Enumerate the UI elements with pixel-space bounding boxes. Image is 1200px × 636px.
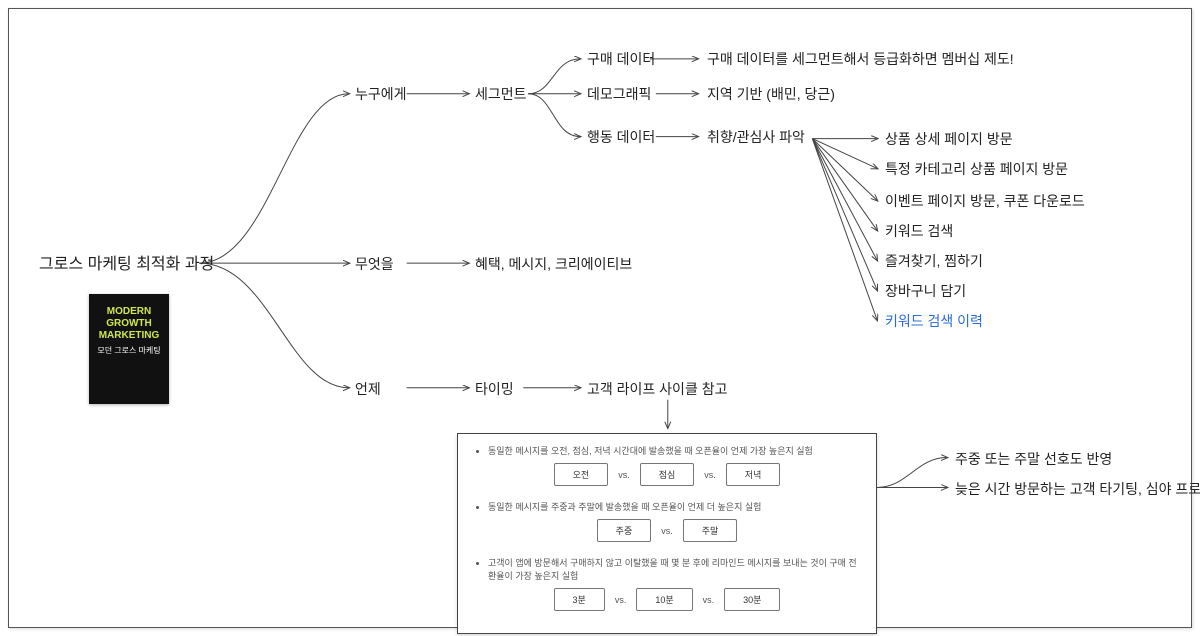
exp1-opt-0: 오전 bbox=[554, 463, 609, 486]
behavior-ex-3: 키워드 검색 bbox=[885, 223, 953, 240]
behavior-ex-2: 이벤트 페이지 방문, 쿠폰 다운로드 bbox=[885, 193, 1085, 210]
node-what-child: 혜택, 메시지, 크리에이티브 bbox=[475, 256, 632, 273]
root-node: 그로스 마케팅 최적화 과정 bbox=[39, 255, 214, 274]
exp1-opt-2: 저녁 bbox=[726, 463, 781, 486]
branch-who: 누구에게 bbox=[355, 86, 407, 103]
exp3-opt-1: 10분 bbox=[636, 588, 692, 611]
node-segment: 세그먼트 bbox=[475, 86, 527, 103]
vs-label: vs. bbox=[661, 526, 673, 536]
exp1-opt-1: 점심 bbox=[640, 463, 695, 486]
node-behavior-data: 행동 데이터 bbox=[587, 129, 655, 146]
exp1-desc: 동일한 메시지를 오전, 점심, 저녁 시간대에 발송했을 때 오픈율이 언제 … bbox=[488, 444, 862, 457]
exp3-opt-2: 30분 bbox=[724, 588, 780, 611]
exp2-opt-0: 주중 bbox=[597, 519, 652, 542]
behavior-ex-1: 특정 카테고리 상품 페이지 방문 bbox=[885, 161, 1068, 178]
experiment-panel: 동일한 메시지를 오전, 점심, 저녁 시간대에 발송했을 때 오픈율이 언제 … bbox=[457, 433, 877, 634]
behavior-ex-6: 키워드 검색 이력 bbox=[885, 313, 983, 330]
side-note-0: 주중 또는 주말 선호도 반영 bbox=[955, 451, 1112, 468]
note-demo: 지역 기반 (배민, 당근) bbox=[707, 86, 835, 103]
exp3-desc: 고객이 앱에 방문해서 구매하지 않고 이탈했을 때 몇 분 후에 리마인드 메… bbox=[488, 556, 862, 582]
behavior-ex-5: 장바구니 담기 bbox=[885, 283, 966, 300]
vs-label: vs. bbox=[703, 595, 715, 605]
exp2-opt-1: 주말 bbox=[683, 519, 738, 542]
book-title-2: GROWTH bbox=[95, 318, 163, 330]
node-demographic: 데모그래픽 bbox=[587, 86, 651, 103]
note-behavior: 취향/관심사 파악 bbox=[707, 129, 805, 146]
vs-label: vs. bbox=[704, 470, 716, 480]
branch-when: 언제 bbox=[355, 381, 381, 398]
behavior-ex-0: 상품 상세 페이지 방문 bbox=[885, 131, 1013, 148]
vs-label: vs. bbox=[615, 595, 627, 605]
node-purchase-data: 구매 데이터 bbox=[587, 51, 655, 68]
book-subtitle: 모던 그로스 마케팅 bbox=[95, 346, 163, 356]
note-purchase: 구매 데이터를 세그먼트해서 등급화하면 멤버십 제도! bbox=[707, 51, 1014, 68]
vs-label: vs. bbox=[618, 470, 630, 480]
side-note-1: 늦은 시간 방문하는 고객 타기팅, 심야 프로모션 등 bbox=[955, 481, 1200, 498]
behavior-ex-4: 즐겨찾기, 찜하기 bbox=[885, 253, 983, 270]
diagram-canvas: 그로스 마케팅 최적화 과정 MODERN GROWTH MARKETING 모… bbox=[8, 8, 1192, 628]
exp3-opt-0: 3분 bbox=[554, 588, 605, 611]
book-title-1: MODERN bbox=[95, 306, 163, 318]
branch-what: 무엇을 bbox=[355, 256, 394, 273]
exp2-desc: 동일한 메시지를 주중과 주말에 발송했을 때 오픈율이 언제 더 높은지 실험 bbox=[488, 500, 862, 513]
note-lifecycle: 고객 라이프 사이클 참고 bbox=[587, 381, 727, 398]
book-title-3: MARKETING bbox=[95, 330, 163, 342]
book-cover: MODERN GROWTH MARKETING 모던 그로스 마케팅 bbox=[89, 294, 169, 404]
node-timing: 타이밍 bbox=[475, 381, 514, 398]
